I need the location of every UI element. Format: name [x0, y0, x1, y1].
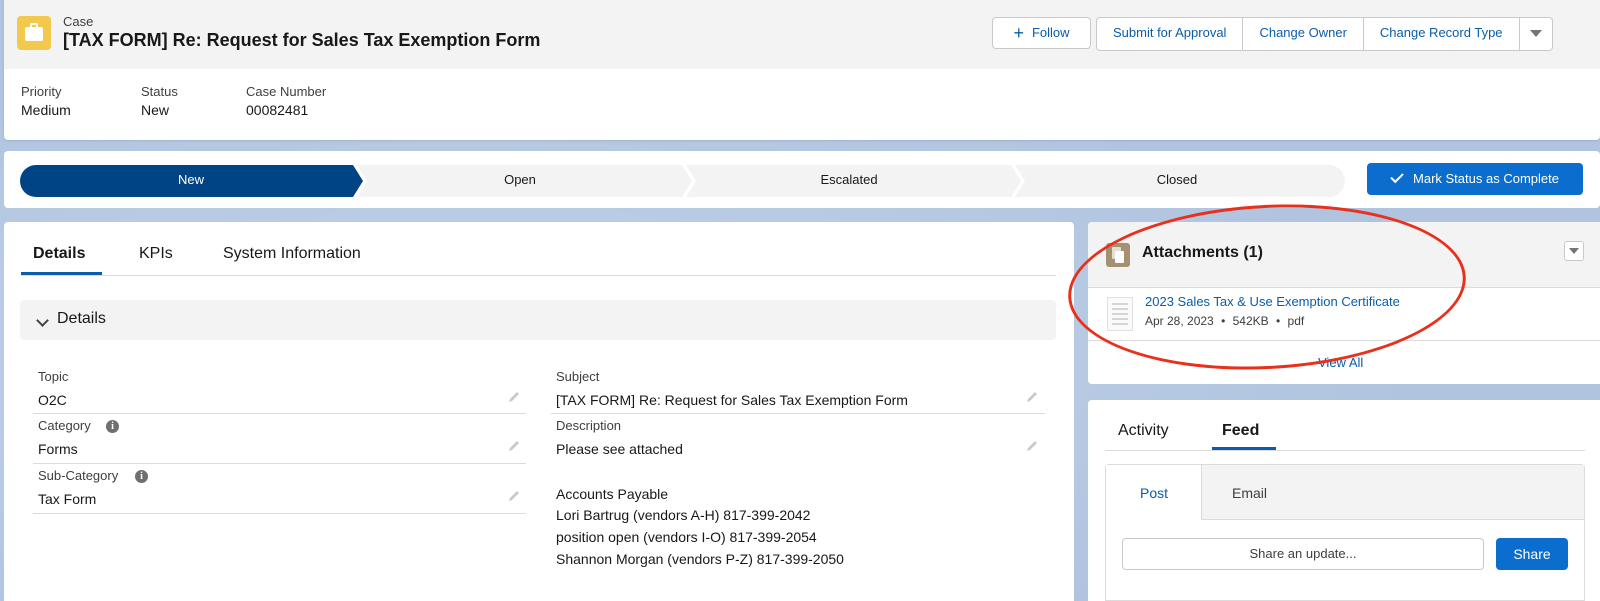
field-value-category: Forms: [38, 441, 78, 457]
highlight-label: Status: [141, 84, 178, 99]
share-button[interactable]: Share: [1496, 538, 1568, 570]
field-divider: [33, 413, 526, 414]
active-tab-indicator: [1212, 447, 1276, 450]
tab-system-information[interactable]: System Information: [223, 245, 361, 263]
section-title: Details: [57, 310, 106, 327]
field-label-sub-category: Sub-Category: [38, 468, 119, 483]
tabs-divider: [21, 275, 1056, 276]
description-line: Lori Bartrug (vendors A-H) 817-399-2042: [556, 507, 811, 523]
field-label-category: Category: [38, 418, 91, 433]
chevron-down-icon: [1529, 30, 1542, 38]
description-line: position open (vendors I-O) 817-399-2054: [556, 529, 817, 545]
field-label-description: Description: [556, 418, 622, 433]
edit-pencil-icon[interactable]: [1025, 439, 1039, 453]
active-tab-indicator: [21, 272, 102, 275]
field-value-subject: [TAX FORM] Re: Request for Sales Tax Exe…: [556, 392, 908, 408]
field-value-sub-category: Tax Form: [38, 491, 97, 507]
info-icon[interactable]: i: [106, 420, 119, 433]
mark-status-complete-button[interactable]: Mark Status as Complete: [1367, 163, 1583, 195]
submit-for-approval-button[interactable]: Submit for Approval: [1096, 17, 1244, 51]
highlight-priority: Priority Medium: [21, 84, 71, 118]
path-stage-label: Closed: [1156, 172, 1198, 187]
plus-icon: +: [1013, 23, 1024, 43]
highlight-value: 00082481: [246, 102, 309, 118]
tab-details[interactable]: Details: [33, 245, 85, 263]
field-label-subject: Subject: [556, 369, 600, 384]
description-line: Accounts Payable: [556, 486, 669, 502]
tab-activity[interactable]: Activity: [1118, 422, 1169, 440]
path-stage-label: Escalated: [820, 172, 878, 187]
field-value-topic: O2C: [38, 392, 67, 408]
tab-feed[interactable]: Feed: [1222, 422, 1259, 440]
more-actions-button[interactable]: [1519, 17, 1553, 51]
highlight-case-number: Case Number 00082481: [246, 84, 326, 118]
tabs-divider: [1105, 450, 1585, 451]
publisher-tab-post-label: Post: [1139, 485, 1168, 501]
details-section-header[interactable]: [20, 300, 1056, 340]
highlight-value: New: [141, 102, 170, 118]
object-label: Case: [63, 14, 94, 29]
case-briefcase-icon: [17, 16, 51, 50]
tab-kpis[interactable]: KPIs: [139, 245, 173, 263]
header-action-group: Submit for Approval Change Owner Change …: [1096, 17, 1553, 51]
info-icon[interactable]: i: [135, 470, 148, 483]
edit-pencil-icon[interactable]: [507, 439, 521, 453]
description-line: Please see attached: [556, 441, 683, 457]
change-owner-button[interactable]: Change Owner: [1243, 17, 1364, 51]
field-label-topic: Topic: [38, 369, 69, 384]
highlight-status: Status New: [141, 84, 178, 118]
description-line: Shannon Morgan (vendors P-Z) 817-399-205…: [556, 551, 844, 567]
highlight-label: Priority: [21, 84, 62, 99]
follow-label: Follow: [1031, 25, 1070, 40]
edit-pencil-icon[interactable]: [507, 489, 521, 503]
path-stage-label: Open: [504, 172, 536, 187]
publisher-divider: [1202, 519, 1585, 520]
field-divider: [33, 513, 526, 514]
details-card: [4, 222, 1074, 601]
chevron-down-icon: [1569, 247, 1579, 254]
check-icon: [1390, 169, 1404, 184]
publisher-tab-email[interactable]: Email: [1232, 485, 1267, 501]
attachments-menu-button[interactable]: [1564, 241, 1584, 261]
change-record-type-button[interactable]: Change Record Type: [1363, 17, 1520, 51]
highlight-label: Case Number: [246, 84, 327, 99]
path-stage-label: New: [177, 172, 204, 187]
mark-complete-label: Mark Status as Complete: [1413, 171, 1559, 186]
edit-pencil-icon[interactable]: [507, 390, 521, 404]
follow-button[interactable]: + Follow: [992, 17, 1091, 49]
record-title: [TAX FORM] Re: Request for Sales Tax Exe…: [63, 30, 541, 50]
highlight-value: Medium: [21, 102, 71, 118]
edit-pencil-icon[interactable]: [1025, 390, 1039, 404]
field-divider: [551, 413, 1045, 414]
field-divider: [33, 463, 526, 464]
share-update-input[interactable]: Share an update...: [1122, 538, 1484, 570]
